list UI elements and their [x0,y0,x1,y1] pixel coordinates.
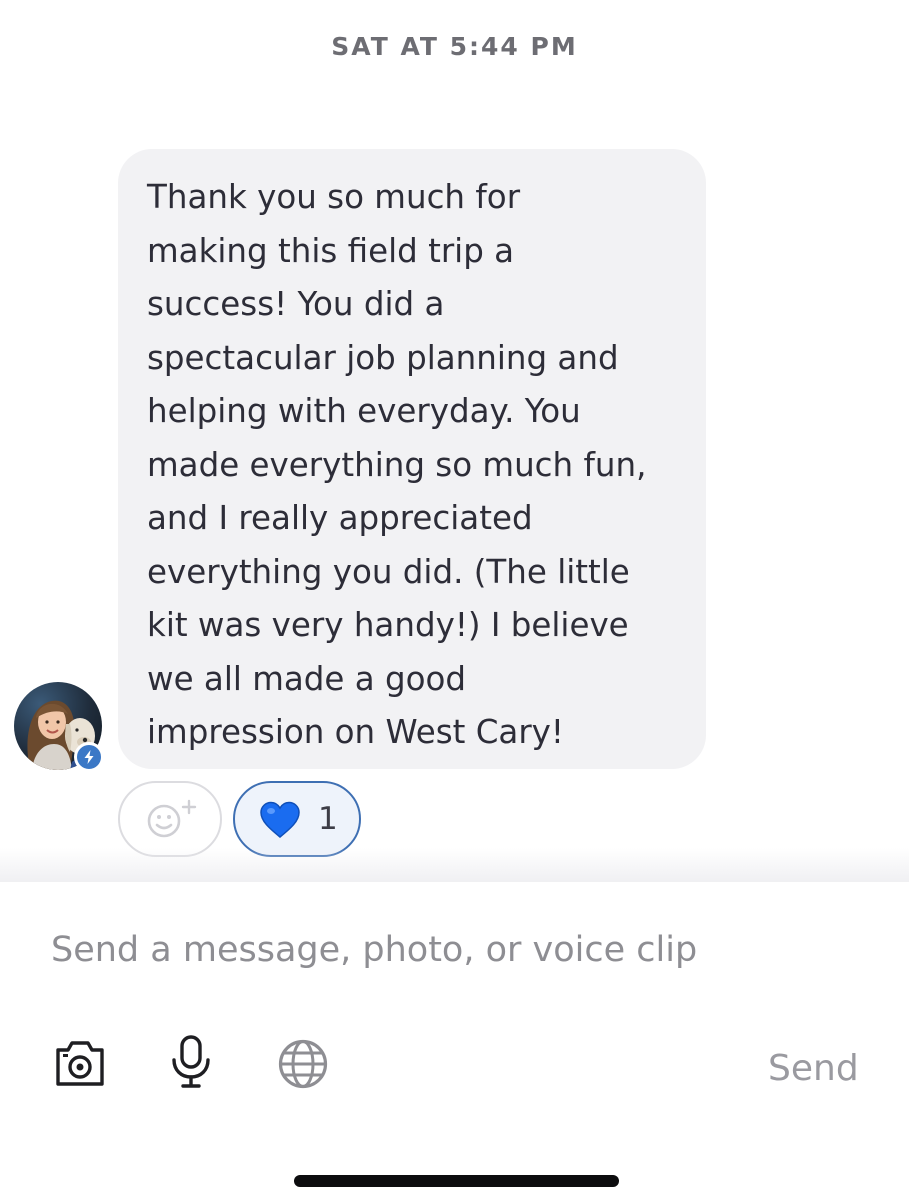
reaction-count: 1 [318,801,338,837]
message-text-line: success! You did a [147,285,445,323]
chat-screen: SAT AT 5:44 PM Thank you so much for mak… [0,0,909,1200]
microphone-button[interactable] [170,1034,212,1094]
message-composer: Send a message, photo, or voice clip Sen… [0,882,909,1200]
message-text-line: made everything so much fun, [147,445,647,484]
composer-divider [0,848,909,882]
translate-button[interactable] [277,1038,329,1094]
home-indicator[interactable] [294,1175,619,1187]
microphone-icon [172,1035,210,1088]
message-bubble[interactable]: Thank you so much for making this field … [118,149,706,769]
message-text-line: Thank you so much for [147,178,521,216]
camera-button[interactable] [54,1038,106,1092]
message-text-line: we all made a good [147,659,467,698]
message-text-line: impression on West Cary! [147,713,564,751]
send-button[interactable]: Send [768,1048,859,1089]
message-timestamp: SAT AT 5:44 PM [331,32,578,61]
add-reaction-button[interactable] [118,781,222,857]
message-text-line: everything you did. (The little [147,552,630,591]
message-text-line: making this field trip a [147,231,515,270]
heart-reaction-button[interactable]: 1 [233,781,361,857]
camera-icon [56,1041,104,1086]
globe-icon [278,1039,328,1089]
message-text-line: kit was very handy!) I believe [147,606,629,644]
message-text-line: spectacular job planning and [147,338,619,377]
message-text-line: helping with everyday. You [147,392,581,430]
lightning-bolt-icon [74,742,104,772]
message-text-line: and I really appreciated [147,499,533,537]
message-input[interactable]: Send a message, photo, or voice clip [51,930,851,970]
blue-heart-icon [260,801,300,838]
